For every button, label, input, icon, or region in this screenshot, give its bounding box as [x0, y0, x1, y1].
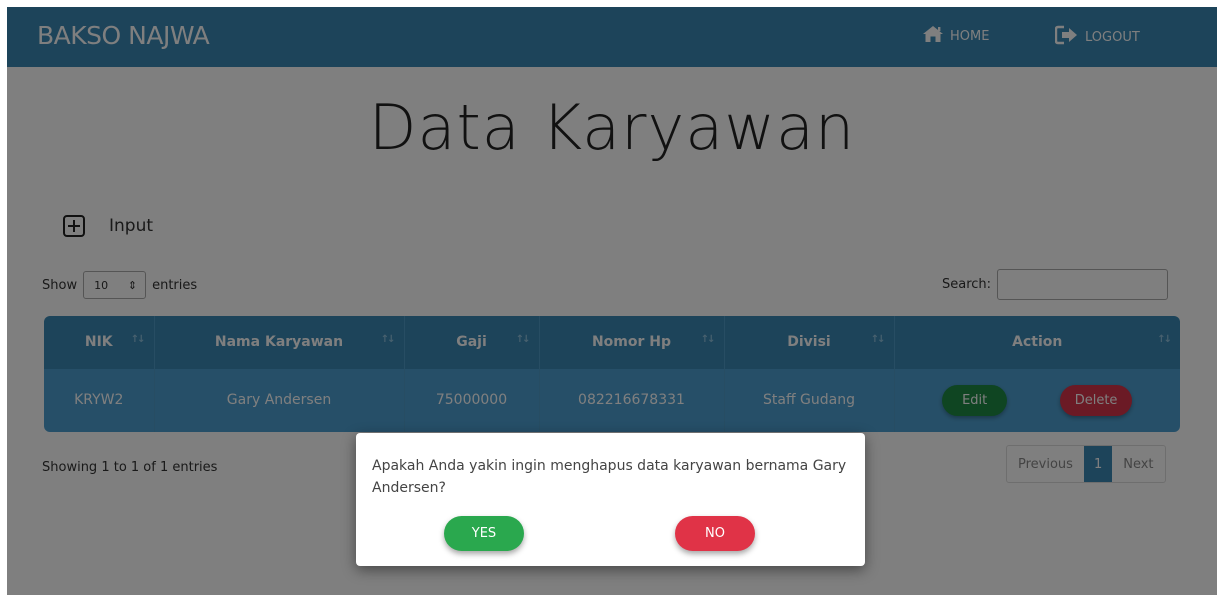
- yes-button[interactable]: YES: [444, 516, 524, 551]
- confirm-delete-dialog: Apakah Anda yakin ingin menghapus data k…: [356, 433, 865, 566]
- app-frame: BAKSO NAJWA HOME LOGOUT Data Karyawan I: [7, 7, 1217, 595]
- no-button[interactable]: NO: [675, 516, 755, 551]
- dialog-message: Apakah Anda yakin ingin menghapus data k…: [372, 458, 847, 496]
